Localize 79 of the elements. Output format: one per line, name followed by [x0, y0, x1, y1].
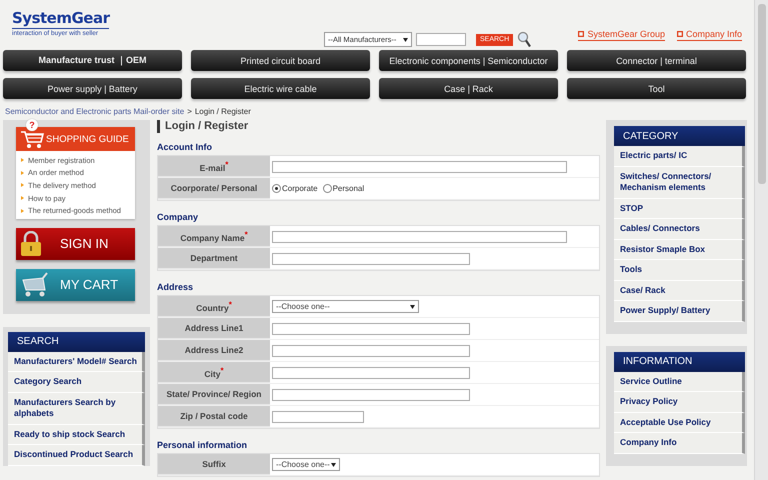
nav-button[interactable]: Electronic components | Semiconductor — [379, 50, 558, 71]
nav-button[interactable]: Power supply | Battery — [3, 78, 182, 99]
menu-item[interactable]: Privacy Policy — [614, 392, 745, 412]
field-label: Address Line1 — [158, 318, 270, 339]
menu-item[interactable]: Resistor Smaple Box — [614, 240, 745, 260]
input-field[interactable] — [272, 322, 470, 334]
field-label: Zip / Postal code — [158, 406, 270, 427]
section-title: Address — [157, 282, 194, 293]
header-link[interactable]: Company Info — [676, 29, 742, 41]
menu-item[interactable]: STOP — [614, 198, 745, 219]
sign-in-button[interactable]: SIGN IN — [16, 228, 135, 260]
input-field[interactable] — [272, 252, 470, 264]
input-field[interactable] — [272, 388, 470, 400]
trolley-icon — [20, 272, 50, 298]
scrollbar[interactable] — [754, 0, 768, 480]
input-field[interactable] — [272, 344, 470, 356]
search-menu-item[interactable]: Ready to ship stock Search — [8, 424, 145, 446]
bullet-icon — [676, 31, 683, 37]
radio-label: Personal — [332, 184, 364, 193]
header-link[interactable]: SystemGear Group — [578, 29, 665, 41]
my-cart-button[interactable]: MY CART — [16, 268, 135, 301]
panel-title: INFORMATION — [623, 356, 692, 367]
breadcrumb-link[interactable]: Semiconductor and Electronic parts Mail-order site — [5, 107, 184, 116]
menu-item[interactable]: Cables/ Connectors — [614, 219, 745, 240]
breadcrumb-separator: > — [187, 107, 192, 116]
search-menu-item[interactable]: Category Search — [8, 372, 145, 393]
field-label: Department — [158, 248, 270, 269]
input-field[interactable] — [272, 410, 364, 422]
help-badge: ? — [26, 119, 38, 131]
section-title: Company — [157, 212, 200, 223]
search-menu-item[interactable]: Manufacturers' Model# Search — [8, 352, 145, 372]
radio-icon[interactable] — [272, 184, 281, 193]
select-value: --Choose one-- — [276, 460, 330, 469]
search-menu-item[interactable]: Discontinued Product Search — [8, 445, 145, 466]
select-field[interactable]: --Choose one-- — [272, 458, 340, 471]
bullet-icon — [578, 31, 584, 37]
menu-item[interactable]: Switches/ Connectors/ Mechanism elements — [614, 166, 745, 198]
breadcrumb-current: Login / Register — [194, 107, 251, 116]
magnifier-icon[interactable] — [517, 31, 532, 48]
radio-label: Corporate — [282, 184, 318, 193]
radio-option[interactable]: Corporate — [272, 184, 318, 193]
caret-icon — [403, 38, 408, 42]
cart-icon — [20, 129, 44, 149]
page-title: Login / Register — [157, 120, 600, 133]
select-field[interactable]: --Choose one-- — [272, 300, 419, 313]
input-field[interactable] — [272, 230, 567, 242]
menu-item[interactable]: Power Supply/ Battery — [614, 301, 745, 322]
menu-item[interactable]: Company Info — [614, 433, 745, 454]
search-field[interactable] — [416, 33, 466, 46]
menu-item[interactable]: Tools — [614, 260, 745, 280]
section-title: Account Info — [157, 142, 213, 153]
logo[interactable]: SystemGear — [12, 8, 109, 29]
nav-button[interactable]: Case | Rack — [379, 78, 558, 99]
caret-icon — [331, 462, 336, 466]
menu-item[interactable]: Case/ Rack — [614, 280, 745, 301]
radio-icon[interactable] — [322, 184, 332, 193]
input-field[interactable] — [272, 160, 567, 172]
menu-item[interactable]: Electric parts/ IC — [614, 146, 745, 166]
padlock-icon — [20, 230, 42, 257]
field-label: Suffix — [158, 454, 270, 475]
menu-item[interactable]: Service Outline — [614, 372, 745, 392]
caret-icon — [410, 304, 415, 308]
nav-button[interactable]: Printed circuit board — [191, 50, 370, 71]
select-value: --Choose one-- — [276, 302, 330, 311]
nav-button[interactable]: Electric wire cable — [191, 78, 370, 99]
shopping-guide-title: SHOPPING GUIDE — [46, 134, 129, 144]
field-label: State/ Province/ Region — [158, 384, 270, 405]
section-title: Personal information — [157, 440, 248, 451]
radio-option[interactable]: Personal — [322, 184, 364, 193]
menu-item[interactable]: Acceptable Use Policy — [614, 412, 745, 433]
panel-title: CATEGORY — [623, 130, 678, 142]
field-label: Coorporate/ Personal — [158, 178, 270, 199]
nav-button[interactable]: Manufacture trust ｜OEM — [3, 50, 182, 71]
panel-title: SEARCH — [17, 336, 59, 348]
input-field[interactable] — [272, 366, 470, 378]
nav-button[interactable]: Connector | terminal — [567, 50, 746, 71]
field-label: Address Line2 — [158, 340, 270, 361]
search-menu-item[interactable]: Manufacturers Search by alphabets — [8, 392, 145, 425]
nav-button[interactable]: Tool — [567, 78, 746, 99]
